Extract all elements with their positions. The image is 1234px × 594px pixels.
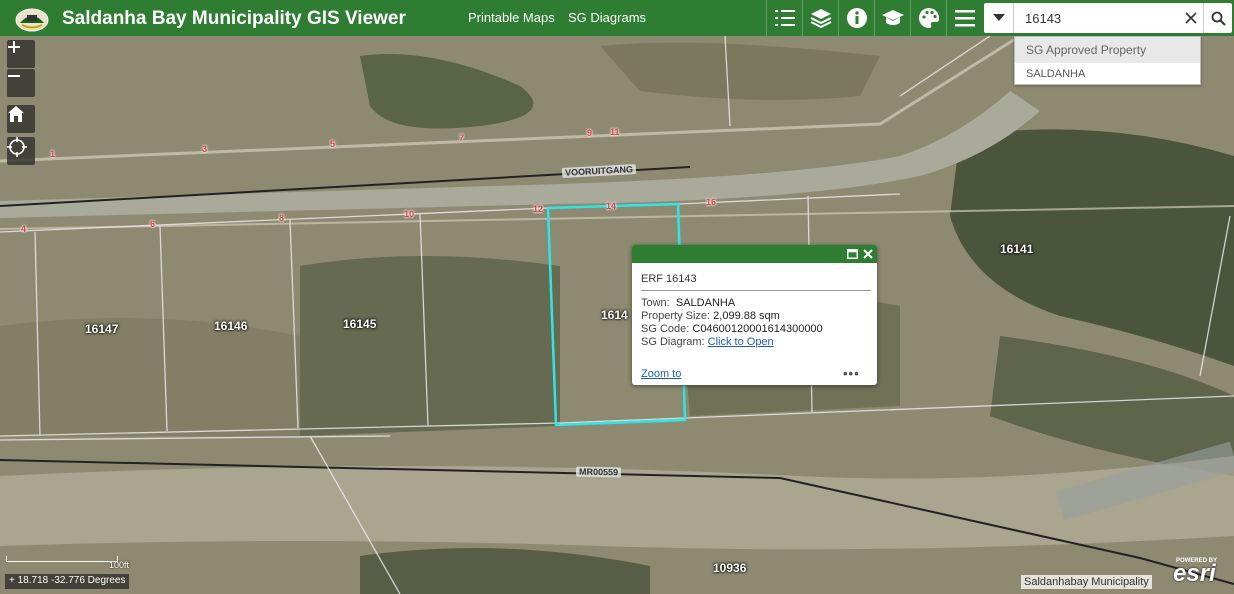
parcel-number: 11	[610, 127, 620, 137]
town-label: Town:	[641, 297, 670, 309]
town-value: SALDANHA	[675, 297, 736, 309]
info-icon	[846, 8, 867, 28]
menu-icon	[954, 10, 975, 27]
menu-tool-button[interactable]	[946, 0, 982, 36]
parcel-number: 1	[50, 149, 56, 159]
parcel-number: 9	[587, 128, 593, 138]
popup-divider	[641, 290, 871, 291]
suggestion-item[interactable]: SALDANHA	[1015, 63, 1200, 85]
zoom-in-button[interactable]	[7, 40, 35, 68]
scale-bar	[6, 556, 118, 562]
search-source-dropdown[interactable]	[984, 3, 1014, 33]
code-value: C04600120001614300000	[692, 323, 823, 335]
zoom-to-link[interactable]: Zoom to	[641, 368, 681, 380]
attribution: Saldanhabay Municipality	[1021, 575, 1152, 589]
coordinate-text: 18.718 -32.776 Degrees	[17, 575, 126, 586]
help-tool-button[interactable]	[874, 0, 910, 36]
popup-close-button[interactable]	[861, 247, 875, 261]
parcel-number: 5	[330, 139, 336, 149]
list-icon	[774, 10, 795, 26]
search-box	[984, 3, 1232, 33]
coordinate-readout: + 18.718 -32.776 Degrees	[5, 574, 130, 589]
close-icon	[863, 249, 873, 259]
parcel-number: 7	[459, 133, 465, 143]
suggestion-group-header: SG Approved Property	[1015, 37, 1200, 63]
maximize-icon	[846, 249, 858, 259]
code-row: SG Code: C04600120001614300000	[641, 323, 823, 336]
zoom-out-button[interactable]	[7, 69, 35, 97]
popup-more-button[interactable]: •••	[843, 366, 860, 381]
code-label: SG Code:	[641, 323, 690, 335]
legend-tool-button[interactable]	[766, 0, 802, 36]
parcel-number: 10	[404, 209, 415, 219]
home-button[interactable]	[7, 105, 35, 133]
parcel-number: 14	[606, 201, 617, 211]
graduation-cap-icon	[881, 10, 904, 25]
locate-button[interactable]	[7, 137, 35, 165]
sg-diagram-link[interactable]: Click to Open	[708, 336, 774, 348]
erf-label: 16145	[343, 317, 377, 331]
map-view[interactable]: 1 3 5 7 9 11 4 6 8 10 12 14 16 16147 161…	[0, 36, 1234, 594]
town-row: Town: SALDANHA	[641, 297, 823, 310]
size-value: 2,099.88 sqm	[713, 310, 780, 322]
erf-label: 10936	[713, 561, 747, 575]
size-row: Property Size: 2,099.88 sqm	[641, 310, 823, 323]
municipality-logo	[15, 8, 49, 32]
layers-tool-button[interactable]	[802, 0, 838, 36]
parcel-number: 8	[279, 213, 285, 223]
clear-search-button[interactable]	[1180, 3, 1202, 33]
popup-titlebar	[632, 245, 877, 263]
search-icon	[1211, 11, 1226, 26]
search-suggestions: SG Approved Property SALDANHA	[1014, 36, 1201, 85]
plus-icon	[8, 41, 20, 53]
diagram-label: SG Diagram:	[641, 336, 705, 348]
parcel-number: 16	[706, 197, 717, 207]
popup-maximize-button[interactable]	[845, 247, 859, 261]
parcel-number: 6	[150, 219, 156, 229]
close-icon	[1185, 12, 1197, 24]
erf-label: 16147	[85, 322, 119, 336]
caret-down-icon	[992, 14, 1005, 21]
esri-logo[interactable]: esri	[1173, 560, 1216, 588]
road-label: MR00559	[575, 466, 622, 478]
scale-label: 100ft	[109, 560, 130, 570]
home-icon	[8, 106, 24, 122]
app-title: Saldanha Bay Municipality GIS Viewer	[62, 8, 406, 29]
parcel-number: 4	[21, 224, 27, 234]
erf-label: 1614	[601, 308, 628, 322]
diagram-row: SG Diagram: Click to Open	[641, 336, 823, 349]
parcel-number: 3	[202, 144, 208, 154]
sg-diagrams-link[interactable]: SG Diagrams	[568, 10, 646, 25]
property-popup: ERF 16143 Town: SALDANHA Property Size: …	[632, 245, 877, 385]
palette-icon	[918, 8, 939, 28]
parcel-number: 12	[533, 204, 544, 214]
search-input[interactable]	[1015, 3, 1177, 33]
app-header: Saldanha Bay Municipality GIS Viewer Pri…	[0, 0, 1234, 36]
search-button[interactable]	[1203, 3, 1232, 33]
printable-maps-link[interactable]: Printable Maps	[468, 10, 555, 25]
layers-icon	[810, 9, 831, 28]
size-label: Property Size:	[641, 310, 711, 322]
erf-label: 16141	[1000, 242, 1034, 256]
popup-title: ERF 16143	[641, 273, 697, 285]
coordinate-icon: +	[9, 575, 15, 586]
basemap-tool-button[interactable]	[910, 0, 946, 36]
minus-icon	[8, 75, 20, 77]
about-tool-button[interactable]	[838, 0, 874, 36]
erf-label: 16146	[214, 319, 248, 333]
locate-icon	[7, 137, 27, 157]
popup-attributes: Town: SALDANHA Property Size: 2,099.88 s…	[641, 297, 823, 349]
